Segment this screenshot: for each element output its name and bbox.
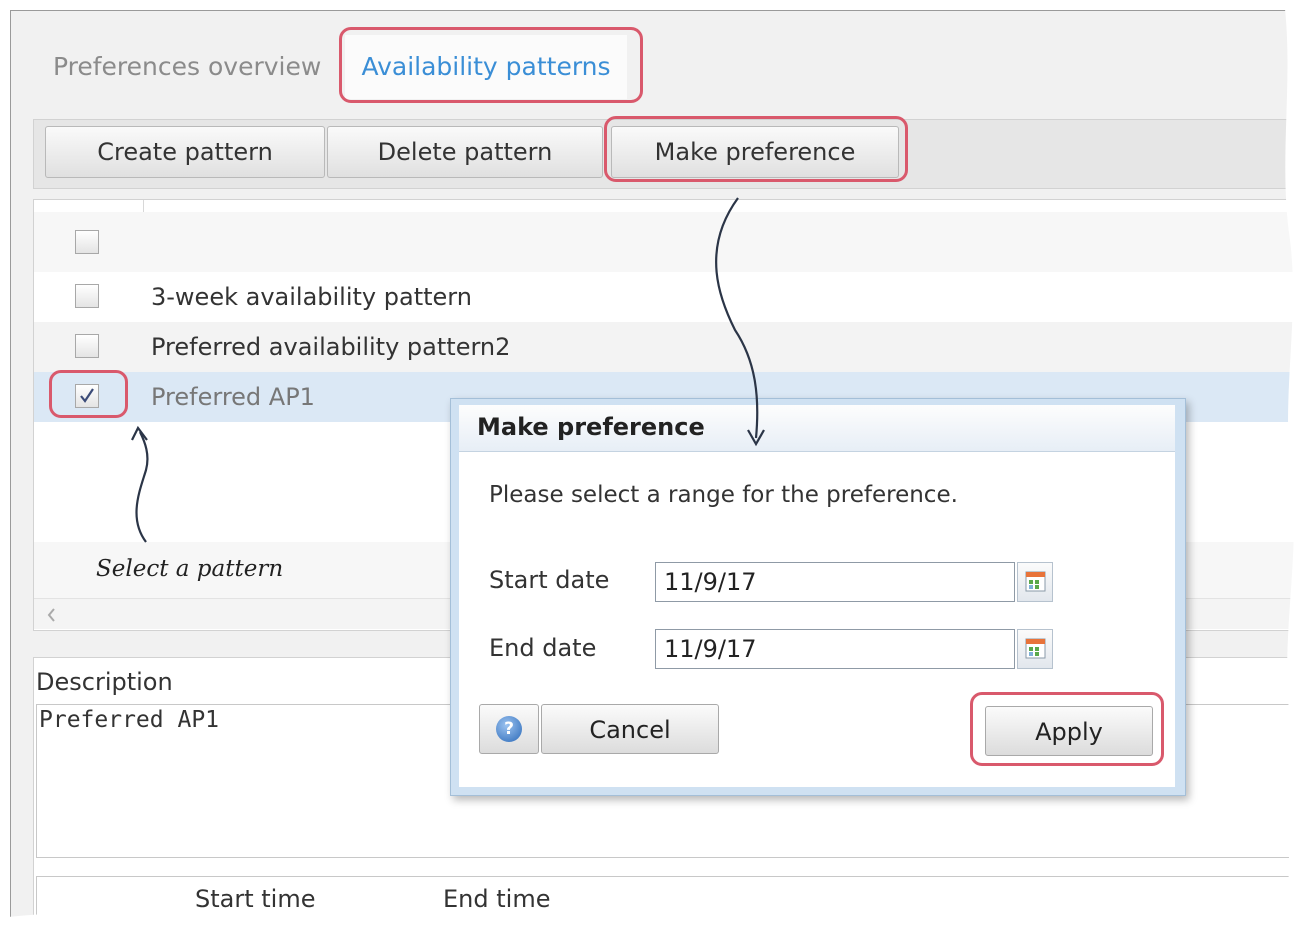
torn-edge-bottom bbox=[0, 906, 1299, 931]
arrow-to-dialog bbox=[715, 197, 759, 439]
arrowhead-icon bbox=[131, 425, 148, 441]
torn-edge-right bbox=[1284, 0, 1299, 931]
arrow-to-checkbox bbox=[135, 431, 149, 543]
annotation-arrows bbox=[0, 0, 1299, 931]
